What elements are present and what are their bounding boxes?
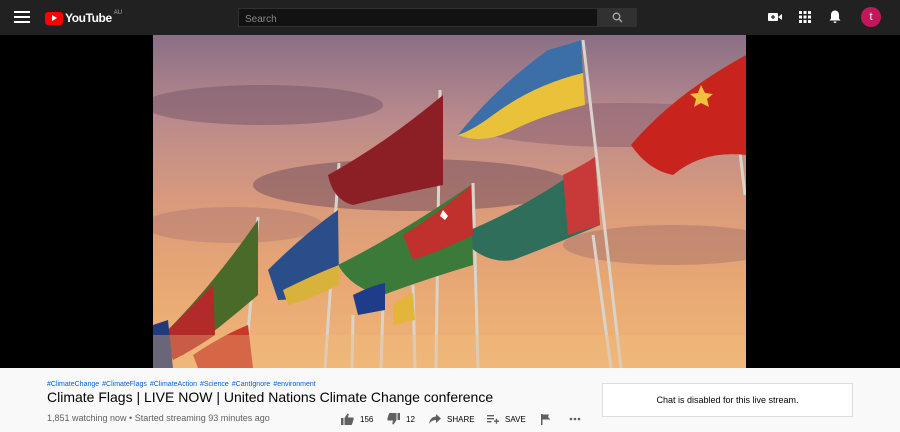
hashtag-link[interactable]: #environment — [273, 381, 315, 388]
video-player — [0, 35, 900, 368]
share-button[interactable]: SHARE — [429, 411, 475, 427]
dislike-button[interactable]: 12 — [387, 411, 415, 427]
share-arrow-icon — [429, 414, 441, 424]
youtube-play-icon — [45, 11, 63, 25]
share-label: SHARE — [447, 414, 475, 424]
report-button[interactable] — [541, 411, 551, 427]
chat-disabled-text: Chat is disabled for this live stream. — [656, 395, 799, 405]
logo-text: YouTube — [65, 11, 112, 25]
more-actions-button[interactable] — [569, 411, 581, 427]
search-icon — [612, 12, 623, 23]
hashtag-link[interactable]: #ClimateChange — [47, 381, 99, 388]
save-button[interactable]: SAVE — [487, 411, 526, 427]
more-horizontal-icon — [569, 417, 581, 421]
like-button[interactable]: 156 — [341, 411, 373, 427]
save-label: SAVE — [505, 414, 526, 424]
search-input[interactable] — [239, 11, 597, 28]
bell-icon[interactable] — [827, 9, 843, 25]
video-camera-icon[interactable] — [767, 9, 783, 25]
menu-icon[interactable] — [14, 11, 30, 24]
flag-icon — [541, 413, 551, 425]
hashtag-list: #ClimateChange #ClimateFlags #ClimateAct… — [47, 381, 316, 388]
dislike-count: 12 — [406, 414, 415, 424]
chat-disabled-panel: Chat is disabled for this live stream. — [602, 383, 853, 417]
hashtag-link[interactable]: #Science — [200, 381, 229, 388]
hashtag-link[interactable]: #ClimateFlags — [102, 381, 147, 388]
video-frame[interactable] — [153, 35, 746, 368]
apps-grid-icon[interactable] — [797, 9, 813, 25]
view-meta: 1,851 watching now • Started streaming 9… — [47, 413, 270, 423]
like-count: 156 — [360, 414, 374, 424]
thumbs-up-icon — [341, 413, 354, 425]
youtube-logo[interactable]: YouTube AU — [45, 10, 122, 26]
playlist-add-icon — [487, 415, 499, 424]
search-button[interactable] — [597, 8, 637, 27]
thumbs-down-icon — [387, 413, 400, 425]
avatar[interactable]: t — [861, 7, 881, 27]
video-thumbnail-flags — [153, 35, 746, 368]
logo-country-code: AU — [113, 10, 123, 16]
hashtag-link[interactable]: #CantIgnore — [232, 381, 271, 388]
top-bar: YouTube AU t — [0, 0, 900, 35]
hashtag-link[interactable]: #ClimateAction — [150, 381, 197, 388]
video-title: Climate Flags | LIVE NOW | United Nation… — [47, 389, 494, 405]
search-box — [238, 8, 598, 28]
